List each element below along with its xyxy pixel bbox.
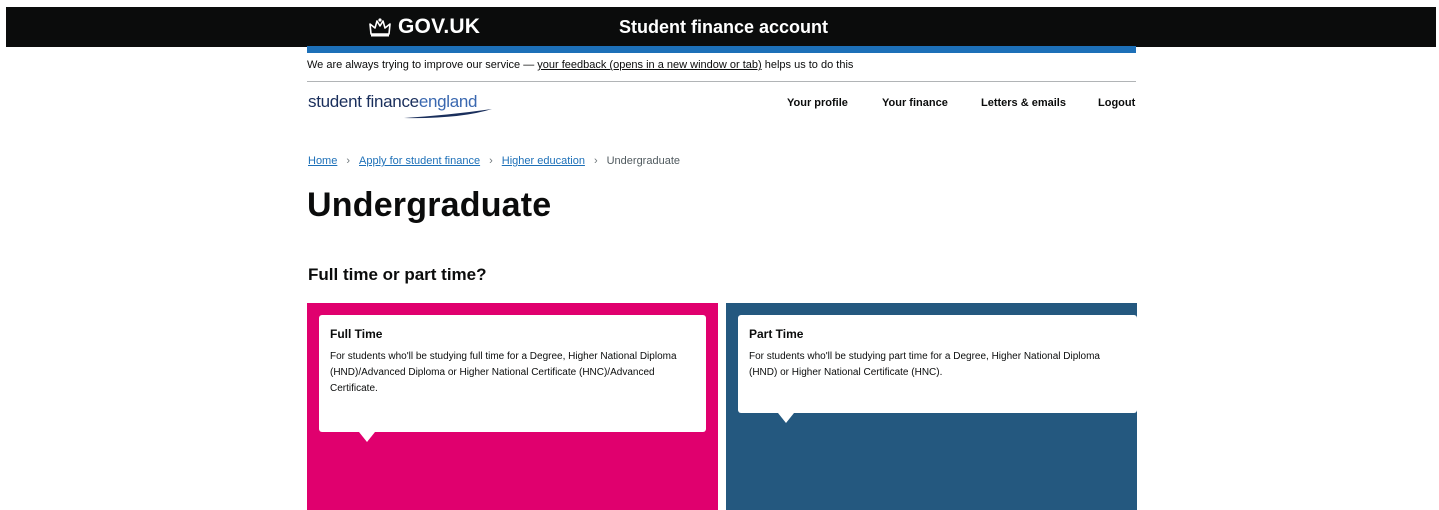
feedback-link[interactable]: your feedback (opens in a new window or … (537, 59, 761, 71)
govuk-logo-link[interactable]: GOV.UK (368, 7, 480, 47)
breadcrumb-apply[interactable]: Apply for student finance (359, 155, 480, 167)
full-time-description: For students who'll be studying full tim… (330, 351, 677, 394)
feedback-banner: We are always trying to improve our serv… (307, 59, 853, 71)
question-heading: Full time or part time? (308, 265, 487, 284)
full-time-card[interactable]: Full Time For students who'll be studyin… (319, 315, 706, 442)
header-accent-bar (307, 46, 1136, 53)
nav-letters-emails[interactable]: Letters & emails (981, 97, 1066, 109)
part-time-card[interactable]: Part Time For students who'll be studyin… (738, 315, 1137, 423)
speech-tail (778, 413, 794, 423)
breadcrumb-current: Undergraduate (606, 155, 680, 167)
part-time-option[interactable]: Part Time For students who'll be studyin… (726, 303, 1137, 510)
breadcrumb-higher-education[interactable]: Higher education (502, 155, 585, 167)
feedback-suffix: helps us to do this (761, 59, 854, 71)
breadcrumb-home[interactable]: Home (308, 155, 337, 167)
nav-your-profile[interactable]: Your profile (787, 97, 848, 109)
crown-icon (369, 18, 391, 37)
part-time-title: Part Time (749, 327, 804, 341)
full-time-option[interactable]: Full Time For students who'll be studyin… (307, 303, 718, 510)
swoosh-icon (404, 109, 492, 119)
student-finance-england-logo[interactable]: student financeengland (308, 92, 498, 122)
service-name[interactable]: Student finance account (619, 7, 828, 47)
nav-your-finance[interactable]: Your finance (882, 97, 948, 109)
govuk-header: GOV.UK Student finance account (6, 7, 1436, 47)
full-time-title: Full Time (330, 327, 383, 341)
part-time-description: For students who'll be studying part tim… (749, 351, 1100, 378)
nav-logout[interactable]: Logout (1098, 97, 1135, 109)
speech-tail (359, 432, 375, 442)
breadcrumb: Home › Apply for student finance › Highe… (308, 155, 680, 167)
feedback-prefix: We are always trying to improve our serv… (307, 59, 538, 71)
breadcrumb-separator: › (489, 155, 493, 167)
divider (307, 81, 1136, 82)
page-title: Undergraduate (307, 186, 552, 224)
breadcrumb-separator: › (346, 155, 351, 167)
breadcrumb-separator: › (593, 155, 598, 167)
govuk-logo-text: GOV.UK (398, 15, 481, 38)
